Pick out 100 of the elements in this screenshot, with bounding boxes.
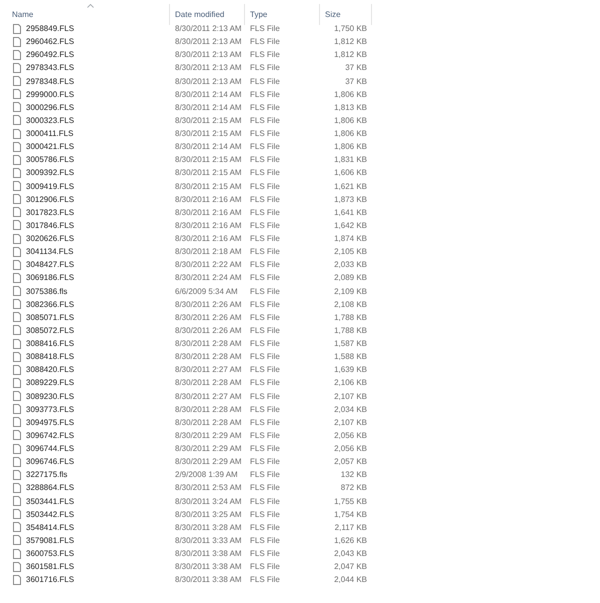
column-header[interactable]: Type	[250, 8, 268, 20]
file-type: FLS File	[250, 76, 280, 86]
file-icon	[13, 36, 21, 47]
file-size: 2,107 KB	[334, 392, 367, 400]
date-modified: 8/30/2011 2:16 AM	[175, 234, 242, 243]
file-name[interactable]: 2978348.FLS	[26, 74, 74, 88]
file-name[interactable]: 3020626.FLS	[26, 232, 74, 246]
column-header[interactable]: Date modified	[175, 8, 224, 20]
date-modified: 8/30/2011 2:28 AM	[175, 418, 242, 427]
file-name[interactable]: 3082366.FLS	[26, 298, 74, 311]
file-size: 1,606 KB	[334, 168, 367, 178]
file-name[interactable]: 3000296.FLS	[26, 100, 74, 114]
file-name[interactable]: 3085072.FLS	[26, 324, 74, 337]
file-icon	[13, 154, 21, 165]
file-size: 1,806 KB	[334, 142, 367, 152]
date-modified: 8/30/2011 2:15 AM	[175, 129, 242, 138]
file-size: 2,047 KB	[334, 562, 367, 572]
file-name[interactable]: 3600753.FLS	[26, 547, 74, 560]
date-modified: 8/30/2011 2:15 AM	[175, 116, 242, 125]
date-modified: 8/30/2011 2:13 AM	[175, 24, 242, 33]
file-size: 2,033 KB	[334, 260, 367, 270]
file-name[interactable]: 3005786.FLS	[26, 153, 74, 166]
file-icon	[13, 246, 21, 257]
file-size: 37 KB	[345, 63, 367, 72]
file-size: 37 KB	[345, 76, 367, 86]
file-name[interactable]: 3048427.FLS	[26, 258, 74, 272]
file-type: FLS File	[250, 102, 280, 112]
date-modified: 8/30/2011 2:53 AM	[175, 483, 242, 492]
file-type: FLS File	[250, 24, 280, 33]
file-name[interactable]: 2958849.FLS	[26, 22, 74, 36]
file-name[interactable]: 2999000.FLS	[26, 88, 74, 101]
file-name[interactable]: 3017846.FLS	[26, 218, 74, 232]
file-size: 1,788 KB	[334, 326, 367, 335]
file-name[interactable]: 3069186.FLS	[26, 271, 74, 284]
file-name[interactable]: 3009419.FLS	[26, 180, 74, 193]
date-modified: 8/30/2011 2:13 AM	[175, 37, 242, 46]
file-name[interactable]: 3009392.FLS	[26, 166, 74, 180]
file-name[interactable]: 2960462.FLS	[26, 35, 74, 48]
file-name[interactable]: 3548414.FLS	[26, 520, 74, 534]
file-name[interactable]: 3041134.FLS	[26, 245, 74, 258]
file-icon	[13, 391, 21, 402]
file-icon	[13, 482, 21, 493]
file-name[interactable]: 3096746.FLS	[26, 455, 74, 468]
file-size: 1,626 KB	[334, 536, 367, 545]
file-icon	[13, 299, 21, 310]
file-icon	[13, 509, 21, 520]
file-name[interactable]: 3094975.FLS	[26, 416, 74, 429]
file-size: 1,621 KB	[334, 182, 367, 190]
file-size: 1,874 KB	[334, 234, 367, 243]
file-name[interactable]: 2978343.FLS	[26, 61, 74, 74]
file-type: FLS File	[250, 404, 280, 414]
file-name[interactable]: 3012906.FLS	[26, 192, 74, 206]
file-name[interactable]: 3000421.FLS	[26, 140, 74, 154]
date-modified: 8/30/2011 2:15 AM	[175, 155, 242, 164]
column-header[interactable]: Name	[12, 8, 34, 20]
file-name[interactable]: 3089229.FLS	[26, 376, 74, 390]
file-name[interactable]: 3088418.FLS	[26, 350, 74, 364]
date-modified: 8/30/2011 2:26 AM	[175, 300, 242, 309]
file-icon	[13, 456, 21, 467]
date-modified: 8/30/2011 2:13 AM	[175, 76, 242, 86]
file-size: 2,056 KB	[334, 444, 367, 453]
file-name[interactable]: 3000323.FLS	[26, 114, 74, 127]
file-icon	[13, 194, 21, 204]
file-type: FLS File	[250, 378, 280, 388]
date-modified: 8/30/2011 2:29 AM	[175, 444, 242, 453]
file-type: FLS File	[250, 575, 280, 584]
file-name[interactable]: 3088416.FLS	[26, 337, 74, 350]
file-type: FLS File	[250, 430, 280, 440]
file-name[interactable]: 3017823.FLS	[26, 206, 74, 219]
file-name[interactable]: 2960492.FLS	[26, 48, 74, 62]
file-type: FLS File	[250, 339, 280, 348]
file-icon	[13, 338, 21, 349]
file-size: 1,873 KB	[334, 194, 367, 204]
file-icon	[13, 562, 21, 572]
file-name[interactable]: 3503441.FLS	[26, 494, 74, 508]
file-name[interactable]: 3503442.FLS	[26, 508, 74, 521]
date-modified: 8/30/2011 2:16 AM	[175, 208, 242, 217]
column-header[interactable]: Size	[325, 8, 341, 20]
file-name[interactable]: 3000411.FLS	[26, 127, 74, 140]
file-name[interactable]: 3085071.FLS	[26, 310, 74, 324]
date-modified: 8/30/2011 3:25 AM	[175, 510, 242, 519]
file-size: 2,108 KB	[334, 300, 367, 309]
file-name[interactable]: 3075386.fls	[26, 284, 68, 298]
file-size: 1,750 KB	[334, 24, 367, 33]
file-name[interactable]: 3096744.FLS	[26, 442, 74, 456]
file-name[interactable]: 3089230.FLS	[26, 390, 74, 403]
file-name[interactable]: 3088420.FLS	[26, 363, 74, 376]
file-name[interactable]: 3288864.FLS	[26, 481, 74, 494]
file-name[interactable]: 3579081.FLS	[26, 534, 74, 547]
file-name[interactable]: 3096742.FLS	[26, 428, 74, 442]
file-size: 1,813 KB	[334, 102, 367, 112]
file-name[interactable]: 3601581.FLS	[26, 560, 74, 574]
file-type: FLS File	[250, 129, 280, 138]
file-name[interactable]: 3227175.fls	[26, 468, 68, 482]
file-size: 1,639 KB	[334, 365, 367, 374]
file-name[interactable]: 3093773.FLS	[26, 402, 74, 416]
file-icon	[13, 312, 21, 322]
date-modified: 8/30/2011 2:22 AM	[175, 260, 242, 270]
file-name[interactable]: 3601716.FLS	[26, 573, 74, 586]
file-size: 2,109 KB	[334, 286, 367, 296]
